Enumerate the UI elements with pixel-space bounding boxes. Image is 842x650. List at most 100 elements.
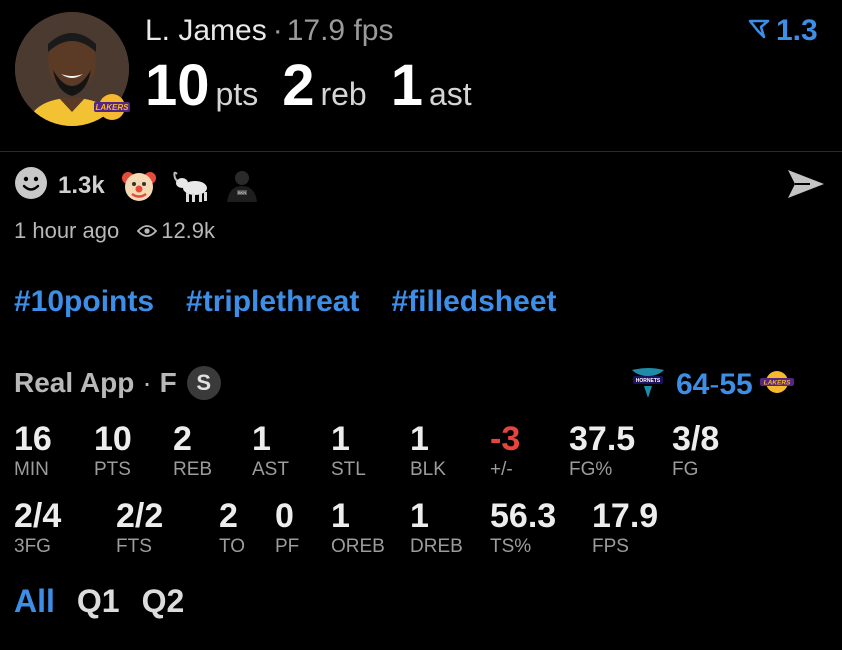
separator: · xyxy=(272,14,283,47)
stat-label: FG xyxy=(672,459,699,480)
stat-value: 1 xyxy=(331,497,350,535)
rebounds-value: 2 xyxy=(282,53,315,118)
stat-value: 37.5 xyxy=(569,420,636,458)
stat-dreb: 1 DREB xyxy=(410,498,463,558)
stat-to: 2 TO xyxy=(219,498,245,558)
stat-label: FG% xyxy=(569,459,613,480)
rating-value: 1.3 xyxy=(776,14,818,47)
stat-value: -3 xyxy=(490,420,521,458)
lakers-logo-icon: LAKERS xyxy=(759,368,795,401)
player-name-line[interactable]: L. James · 17.9 fps xyxy=(145,14,393,48)
stat-label: OREB xyxy=(331,536,385,557)
stat-pf: 0 PF xyxy=(275,498,299,558)
stat-ast: 1 AST xyxy=(252,421,289,481)
rebounds-unit: reb xyxy=(320,76,367,112)
player-name[interactable]: L. James xyxy=(145,14,267,47)
reactions-bar: 1.3k BKN xyxy=(14,166,275,205)
stat-label: REB xyxy=(173,459,213,480)
stat-value: 17.9 xyxy=(592,497,659,535)
stat-reb: 2 REB xyxy=(173,421,212,481)
stat-pts: 10 PTS xyxy=(94,421,132,481)
assists-value: 1 xyxy=(390,53,423,118)
stat-oreb: 1 OREB xyxy=(331,498,385,558)
stat-ts-pct: 56.3 TS% xyxy=(490,498,556,558)
nets-player-emoji-icon[interactable]: BKN xyxy=(223,168,261,204)
stat-label: MIN xyxy=(14,459,49,480)
stat-label: BLK xyxy=(410,459,446,480)
rating-icon xyxy=(748,14,776,48)
stat-stl: 1 STL xyxy=(331,421,366,481)
game-source: Real App xyxy=(14,367,135,398)
stat-fg-pct: 37.5 FG% xyxy=(569,421,635,481)
svg-text:BKN: BKN xyxy=(238,190,246,195)
points-unit: pts xyxy=(215,76,259,112)
stat-value: 10 xyxy=(94,420,132,458)
points-value: 10 xyxy=(145,53,210,118)
stat-label: PTS xyxy=(94,459,131,480)
stat-value: 2 xyxy=(219,497,238,535)
post-meta: 1 hour ago 12.9k xyxy=(14,218,215,244)
game-status: F xyxy=(159,367,177,398)
stat-plus-minus: -3 +/- xyxy=(490,421,520,481)
stat-label: 3FG xyxy=(14,536,51,557)
stat-label: STL xyxy=(331,459,366,480)
stat-value: 3/8 xyxy=(672,420,720,458)
stat-label: PF xyxy=(275,536,300,557)
hornets-logo-icon: HORNETS xyxy=(628,362,668,407)
stat-value: 2/2 xyxy=(116,497,164,535)
goat-emoji-icon[interactable] xyxy=(171,168,209,204)
time-ago: 1 hour ago xyxy=(14,218,120,243)
stat-label: +/- xyxy=(490,459,513,480)
stat-value: 16 xyxy=(14,420,52,458)
stat-value: 0 xyxy=(275,497,294,535)
stat-blk: 1 BLK xyxy=(410,421,446,481)
assists-unit: ast xyxy=(428,76,472,112)
svg-text:LAKERS: LAKERS xyxy=(96,103,130,112)
stat-label: FTS xyxy=(116,536,152,557)
stat-label: TS% xyxy=(490,536,532,557)
svg-text:HORNETS: HORNETS xyxy=(636,378,661,384)
stat-fts: 2/2 FTS xyxy=(116,498,163,558)
stat-value: 1 xyxy=(252,420,271,458)
separator: · xyxy=(142,367,152,398)
game-info[interactable]: Real App · F S xyxy=(14,366,221,400)
stat-label: TO xyxy=(219,536,246,557)
hashtags: #10points #triplethreat #filledsheet xyxy=(14,285,589,319)
reaction-count[interactable]: 1.3k xyxy=(58,172,105,200)
stat-value: 1 xyxy=(410,420,429,458)
score-separator: - xyxy=(709,367,720,401)
fps-value: 17.9 fps xyxy=(286,14,394,47)
stat-label: DREB xyxy=(410,536,463,557)
stat-line: 10 pts 2 reb 1 ast xyxy=(145,52,496,119)
status-badge: S xyxy=(186,366,221,400)
period-tabs: All Q1 Q2 xyxy=(14,583,206,620)
home-score: 64 xyxy=(676,367,710,401)
stat-value: 1 xyxy=(331,420,350,458)
rating-badge[interactable]: 1.3 xyxy=(748,14,818,48)
stat-min: 16 MIN xyxy=(14,421,52,481)
add-reaction-icon[interactable] xyxy=(14,166,48,205)
hashtag[interactable]: #filledsheet xyxy=(391,285,556,319)
stat-label: FPS xyxy=(592,536,629,557)
tab-q1[interactable]: Q1 xyxy=(77,583,120,620)
stat-3fg: 2/4 3FG xyxy=(14,498,61,558)
tab-q2[interactable]: Q2 xyxy=(142,583,185,620)
clown-emoji-icon[interactable] xyxy=(121,168,157,204)
stat-value: 1 xyxy=(410,497,429,535)
hashtag[interactable]: #10points xyxy=(14,285,154,319)
away-score: 55 xyxy=(719,367,753,401)
stat-fg: 3/8 FG xyxy=(672,421,719,481)
stat-value: 56.3 xyxy=(490,497,557,535)
divider xyxy=(0,151,842,152)
stat-value: 2 xyxy=(173,420,192,458)
game-score[interactable]: HORNETS 64-55 LAKERS xyxy=(628,362,795,407)
send-icon[interactable] xyxy=(786,168,826,205)
svg-text:LAKERS: LAKERS xyxy=(763,380,790,387)
tab-all[interactable]: All xyxy=(14,583,55,620)
eye-icon xyxy=(137,224,158,238)
hashtag[interactable]: #triplethreat xyxy=(186,285,359,319)
stat-value: 2/4 xyxy=(14,497,62,535)
lakers-logo-icon: LAKERS xyxy=(92,91,132,123)
view-count: 12.9k xyxy=(161,218,216,243)
stat-label: AST xyxy=(252,459,289,480)
